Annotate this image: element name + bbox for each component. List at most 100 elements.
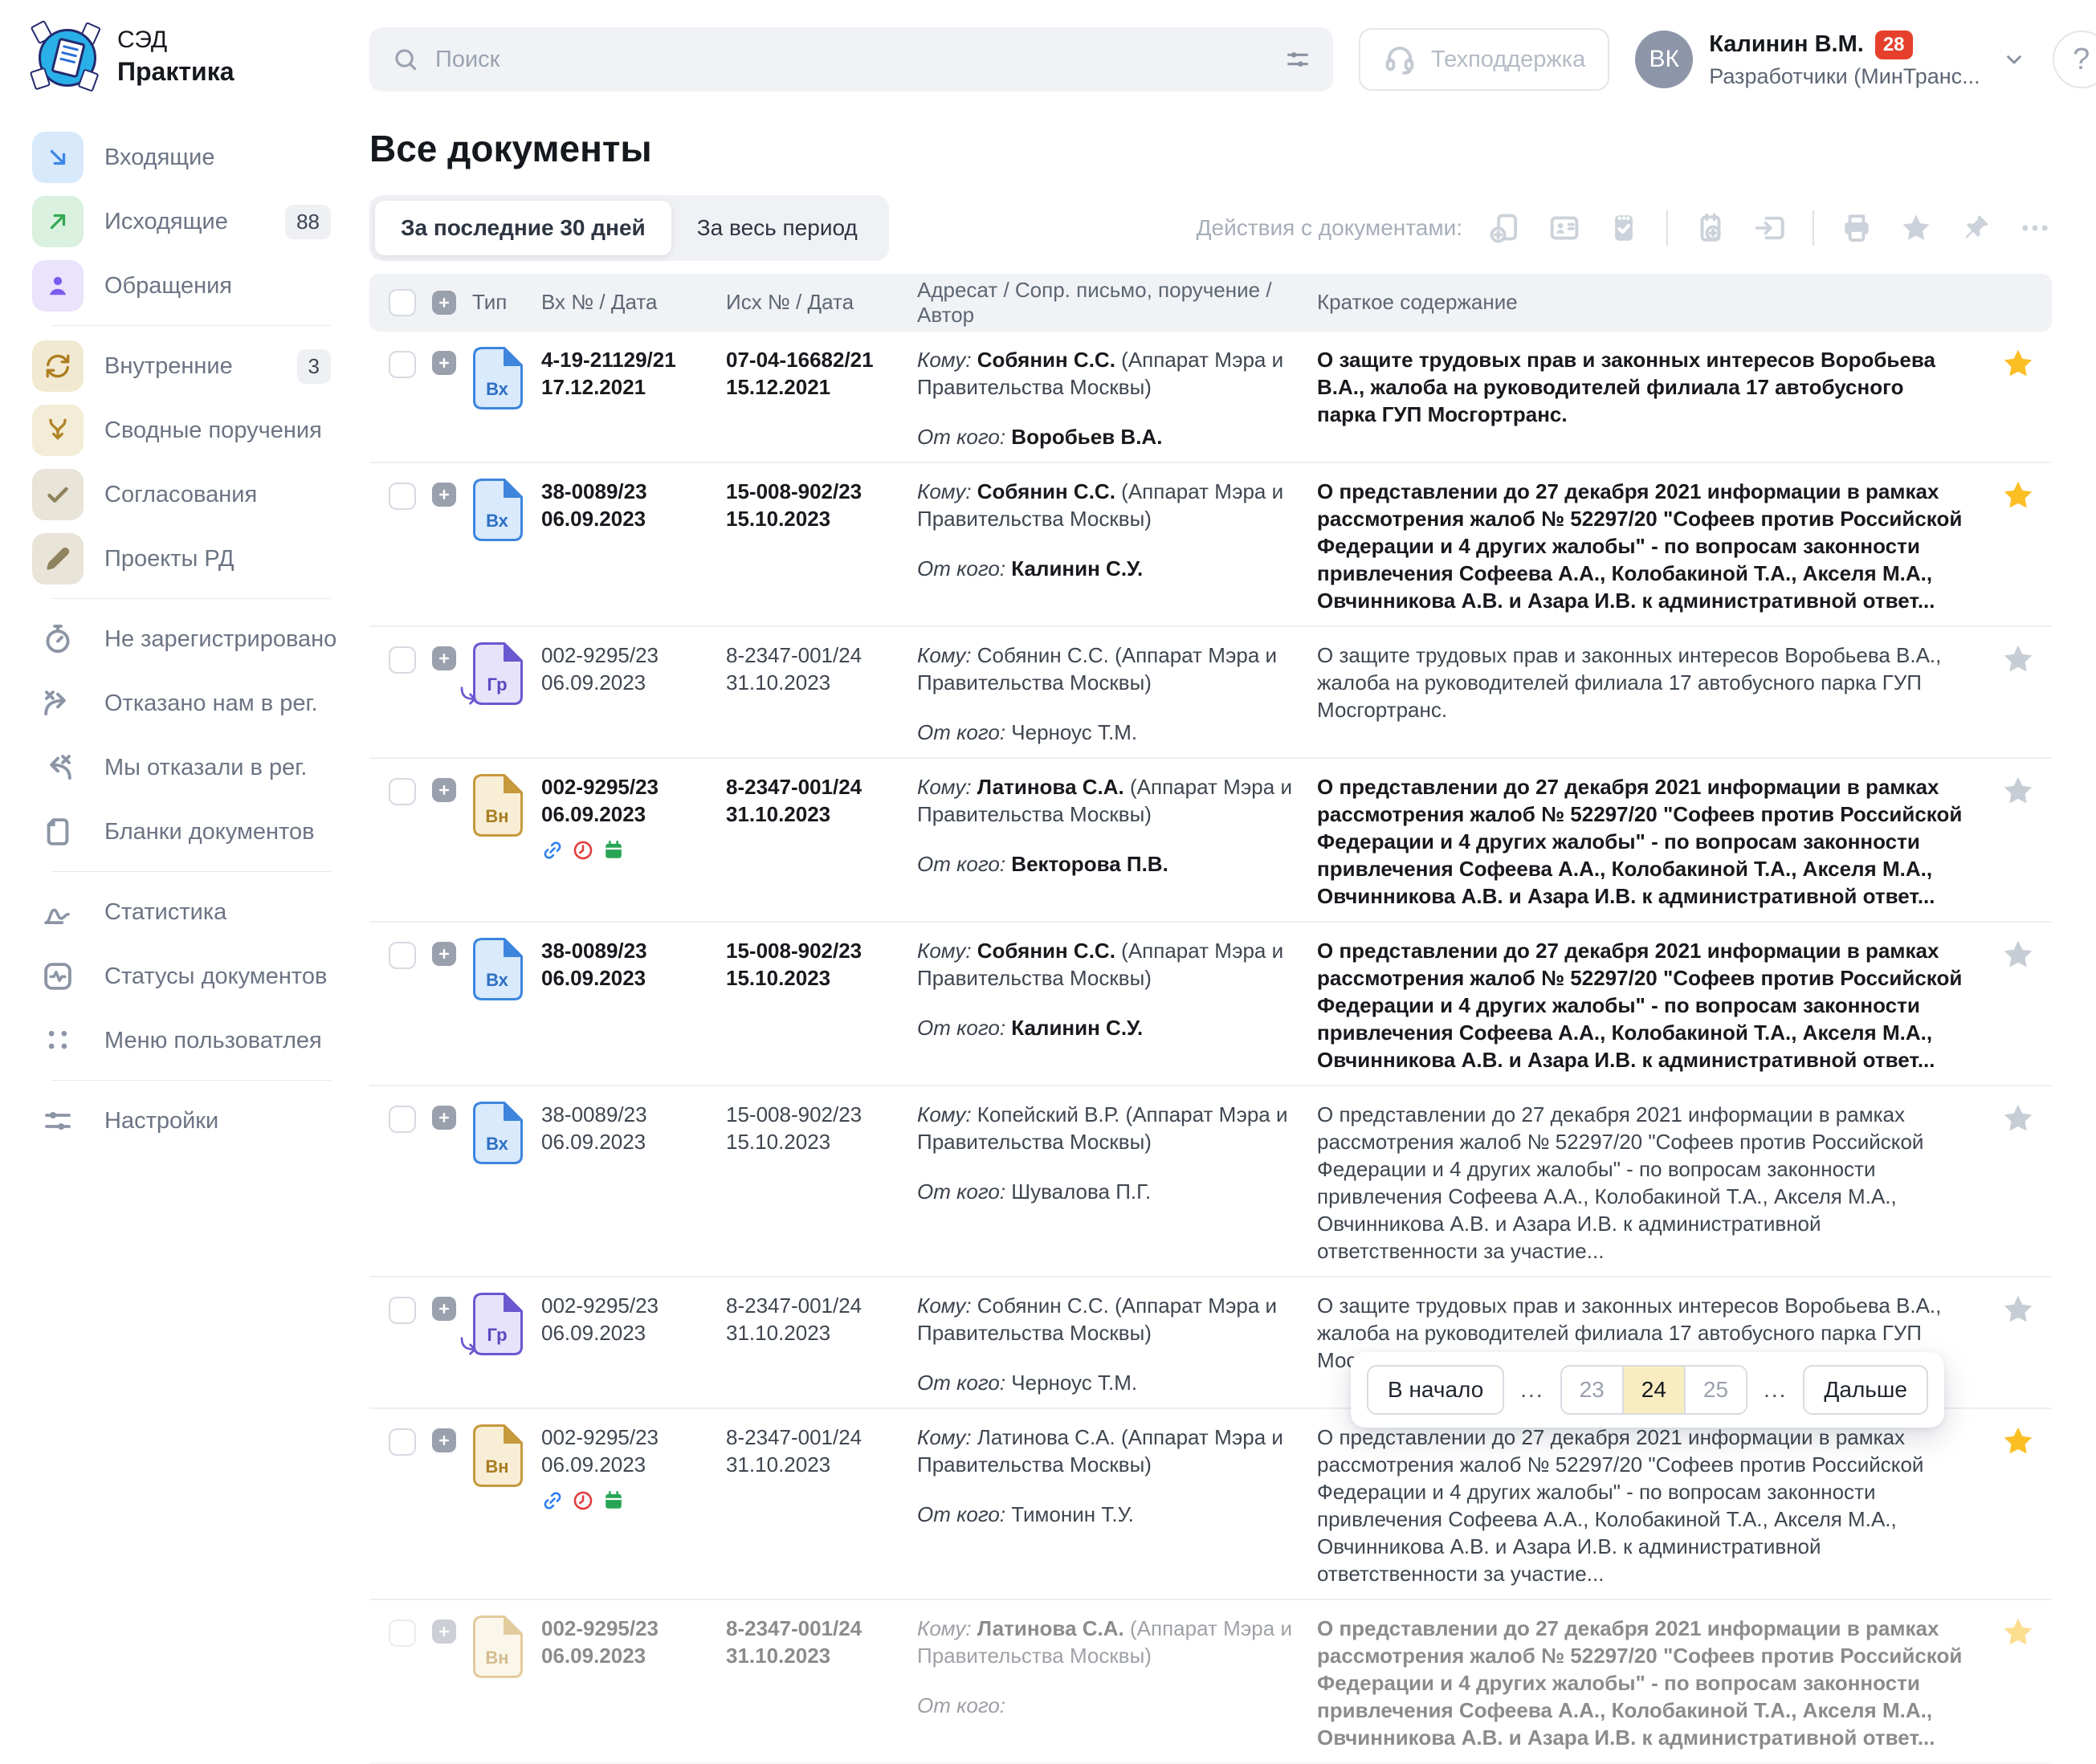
sidebar-divider — [51, 325, 331, 326]
sidebar-item-document-statuses[interactable]: Статусы документов — [32, 944, 331, 1008]
pagination-first-button[interactable]: В начало — [1367, 1365, 1504, 1415]
star-icon[interactable] — [2000, 1424, 2036, 1459]
to-name: Собянин С.С. — [972, 643, 1115, 667]
row-expand-button[interactable] — [432, 1106, 456, 1130]
sidebar-item-we-refused[interactable]: Мы отказали в рег. — [32, 735, 331, 800]
search-bar[interactable] — [369, 27, 1333, 92]
row-checkbox[interactable] — [389, 1297, 416, 1324]
sidebar-item-settings[interactable]: Настройки — [32, 1089, 331, 1153]
clock-icon — [572, 839, 594, 862]
user-name: Калинин В.М. — [1709, 31, 1864, 58]
star-icon[interactable] — [2000, 1615, 2036, 1650]
row-expand-button[interactable] — [432, 646, 456, 670]
from-label: От кого: — [917, 1016, 1005, 1040]
table-row[interactable]: Вх38-0089/2306.09.202315-008-902/2315.10… — [369, 1086, 2052, 1277]
header-expand-button[interactable] — [432, 291, 456, 315]
star-icon[interactable] — [1899, 211, 1933, 245]
row-expand-button[interactable] — [432, 1428, 456, 1452]
to-line: Кому: Латинова С.А. (Аппарат Мэра и Прав… — [917, 1615, 1301, 1669]
row-checkbox[interactable] — [389, 1428, 416, 1456]
id-card-icon[interactable] — [1548, 211, 1581, 245]
star-icon[interactable] — [2000, 346, 2036, 381]
star-icon[interactable] — [2000, 642, 2036, 677]
sidebar-item-label: Внутренние — [104, 353, 233, 380]
sidebar-item-draft-projects[interactable]: Проекты РД — [32, 527, 331, 591]
row-checkbox[interactable] — [389, 778, 416, 805]
outgoing-number: 07-04-16682/21 — [726, 346, 901, 373]
search-input[interactable] — [434, 46, 1261, 74]
table-row[interactable]: Вх38-0089/2306.09.202315-008-902/2315.10… — [369, 463, 2052, 627]
pagination-page-23[interactable]: 23 — [1562, 1367, 1622, 1413]
sidebar-item-appeals[interactable]: Обращения — [32, 254, 331, 318]
clipboard-plus-icon[interactable] — [1694, 211, 1727, 245]
user-menu[interactable]: ВК Калинин В.М. 28 Разработчики (МинТран… — [1635, 31, 2026, 89]
sidebar-item-statistics[interactable]: Статистика — [32, 880, 331, 944]
star-icon[interactable] — [2000, 1101, 2036, 1136]
incoming-number-date: 38-0089/2306.09.2023 — [541, 478, 710, 532]
sidebar-item-approvals[interactable]: Согласования — [32, 462, 331, 527]
row-expand-button[interactable] — [432, 1297, 456, 1321]
sidebar-item-outgoing[interactable]: Исходящие88 — [32, 189, 331, 254]
summary-cell: О представлении до 27 декабря 2021 инфор… — [1317, 1101, 1983, 1265]
outgoing-number-date: 15-008-902/2315.10.2023 — [726, 1101, 901, 1155]
folder-import-icon[interactable] — [1753, 211, 1787, 245]
svg-text:Вн: Вн — [485, 806, 508, 826]
sidebar-item-incoming[interactable]: Входящие — [32, 125, 331, 189]
pagination-page-24[interactable]: 24 — [1622, 1367, 1686, 1413]
star-icon[interactable] — [2000, 937, 2036, 972]
row-expand-button[interactable] — [432, 942, 456, 966]
sidebar-item-label: Обращения — [104, 273, 232, 299]
select-all-checkbox[interactable] — [389, 289, 416, 316]
row-checkbox[interactable] — [389, 483, 416, 510]
printer-icon[interactable] — [1840, 211, 1874, 245]
incoming-date: 06.09.2023 — [541, 1642, 710, 1669]
dots-grid-icon — [32, 1015, 84, 1066]
tab-period-1[interactable]: За весь период — [671, 201, 883, 255]
outgoing-number: 15-008-902/23 — [726, 1101, 901, 1128]
row-expand-button[interactable] — [432, 1619, 456, 1644]
sidebar-item-document-forms[interactable]: Бланки документов — [32, 800, 331, 864]
clock-icon — [572, 1489, 594, 1512]
search-filter-icon[interactable] — [1275, 37, 1320, 82]
row-checkbox[interactable] — [389, 646, 416, 674]
sidebar-item-unregistered[interactable]: Не зарегистрировано — [32, 607, 331, 671]
star-icon[interactable] — [2000, 478, 2036, 513]
row-expand-button[interactable] — [432, 483, 456, 507]
file-plus-icon[interactable] — [1488, 211, 1522, 245]
clipboard-check-icon[interactable] — [1607, 211, 1641, 245]
star-icon[interactable] — [2000, 1292, 2036, 1327]
outgoing-number: 8-2347-001/24 — [726, 1292, 901, 1319]
to-name: Собянин С.С. — [972, 348, 1122, 372]
outgoing-date: 15.10.2023 — [726, 964, 901, 992]
tab-period-0[interactable]: За последние 30 дней — [375, 201, 671, 255]
row-checkbox[interactable] — [389, 1106, 416, 1133]
table-row[interactable]: Гр002-9295/2306.09.20238-2347-001/2431.1… — [369, 627, 2052, 759]
table-row[interactable]: Вх4-19-21129/2117.12.202107-04-16682/211… — [369, 332, 2052, 463]
support-button[interactable]: Техподдержка — [1359, 28, 1609, 91]
pagination-next-button[interactable]: Дальше — [1803, 1365, 1928, 1415]
sidebar-divider — [51, 1080, 331, 1081]
row-checkbox[interactable] — [389, 942, 416, 969]
from-line: От кого: Шувалова П.Г. — [917, 1178, 1301, 1205]
table-row[interactable]: Вн002-9295/2306.09.20238-2347-001/2431.1… — [369, 1409, 2052, 1600]
pin-icon[interactable] — [1959, 211, 1992, 245]
row-checkbox[interactable] — [389, 351, 416, 378]
table-row[interactable]: Вн002-9295/2306.09.20238-2347-001/2431.1… — [369, 1600, 2052, 1764]
sidebar-item-consolidated-orders[interactable]: Сводные поручения — [32, 398, 331, 462]
person-icon — [32, 260, 84, 312]
sidebar-item-internal[interactable]: Внутренние3 — [32, 334, 331, 398]
outgoing-date: 31.10.2023 — [726, 1451, 901, 1478]
help-button[interactable]: ? — [2053, 31, 2096, 88]
addressee-cell: Кому: Латинова С.А. (Аппарат Мэра и Прав… — [917, 1615, 1301, 1719]
more-icon[interactable] — [2018, 211, 2052, 245]
sidebar-item-refused-to-us[interactable]: Отказано нам в рег. — [32, 671, 331, 735]
row-checkbox[interactable] — [389, 1619, 416, 1647]
star-icon[interactable] — [2000, 773, 2036, 809]
table-row[interactable]: Вн002-9295/2306.09.20238-2347-001/2431.1… — [369, 759, 2052, 923]
row-expand-button[interactable] — [432, 778, 456, 802]
table-row[interactable]: Вх38-0089/2306.09.202315-008-902/2315.10… — [369, 923, 2052, 1086]
pagination-page-25[interactable]: 25 — [1686, 1367, 1746, 1413]
sidebar-item-user-menu[interactable]: Меню пользоватлея — [32, 1008, 331, 1073]
row-expand-button[interactable] — [432, 351, 456, 375]
from-name: Черноус Т.М. — [1005, 1371, 1137, 1395]
